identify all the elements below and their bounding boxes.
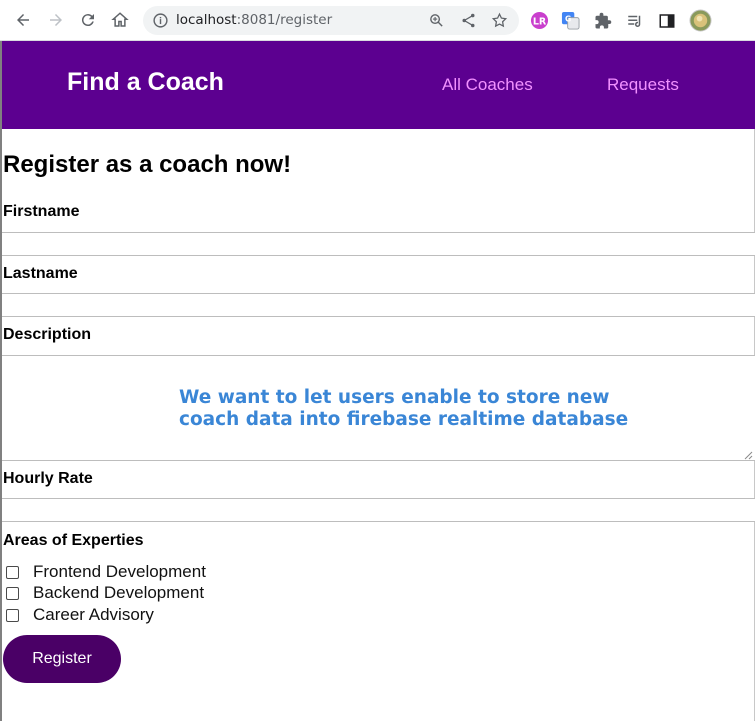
checkbox-label[interactable]: Backend Development bbox=[33, 583, 204, 603]
checkbox-label[interactable]: Career Advisory bbox=[33, 605, 154, 625]
checkbox-row-career[interactable]: Career Advisory bbox=[6, 605, 154, 625]
annotation-note: We want to let users enable to store new… bbox=[179, 387, 628, 431]
browser-toolbar: localhost:8081/register LR G bbox=[0, 0, 755, 41]
share-icon[interactable] bbox=[460, 12, 477, 29]
translate-icon[interactable]: G bbox=[561, 11, 580, 30]
app-header: Find a Coach All Coaches Requests bbox=[2, 41, 755, 129]
url-text: localhost:8081/register bbox=[176, 12, 333, 28]
description-label: Description bbox=[3, 326, 92, 343]
backend-checkbox[interactable] bbox=[6, 586, 19, 600]
address-bar[interactable]: localhost:8081/register bbox=[143, 6, 519, 35]
nav-link-all-coaches[interactable]: All Coaches bbox=[442, 75, 533, 95]
annotation-line: coach data into firebase realtime databa… bbox=[179, 409, 629, 430]
extension-icon[interactable]: LR bbox=[530, 11, 549, 30]
frontend-checkbox[interactable] bbox=[6, 565, 19, 579]
star-icon[interactable] bbox=[491, 12, 508, 29]
side-panel-icon[interactable] bbox=[657, 11, 676, 30]
firstname-field[interactable] bbox=[2, 232, 755, 256]
zoom-icon[interactable] bbox=[428, 12, 445, 29]
info-icon[interactable] bbox=[152, 12, 169, 29]
resize-handle-icon[interactable] bbox=[744, 451, 753, 460]
reload-icon[interactable] bbox=[76, 8, 100, 32]
forward-arrow-icon[interactable] bbox=[44, 8, 68, 32]
profile-avatar[interactable] bbox=[689, 9, 712, 32]
checkbox-label[interactable]: Frontend Development bbox=[33, 562, 206, 582]
svg-text:LR: LR bbox=[533, 16, 547, 27]
firstname-label: Firstname bbox=[3, 203, 80, 220]
home-icon[interactable] bbox=[108, 8, 132, 32]
puzzle-icon[interactable] bbox=[593, 11, 612, 30]
annotation-line: We want to let users enable to store new bbox=[179, 387, 610, 408]
checkbox-row-frontend[interactable]: Frontend Development bbox=[6, 562, 206, 582]
checkbox-row-backend[interactable]: Backend Development bbox=[6, 583, 204, 603]
hourly-rate-label: Hourly Rate bbox=[3, 470, 93, 487]
career-checkbox[interactable] bbox=[6, 608, 19, 622]
register-button[interactable]: Register bbox=[3, 635, 121, 683]
page-title: Register as a coach now! bbox=[3, 151, 292, 178]
nav-link-requests[interactable]: Requests bbox=[607, 75, 679, 95]
areas-label: Areas of Experties bbox=[3, 532, 144, 549]
reading-list-icon[interactable] bbox=[625, 11, 644, 30]
lastname-label: Lastname bbox=[3, 265, 78, 282]
lastname-field[interactable] bbox=[2, 293, 755, 317]
svg-text:G: G bbox=[565, 14, 571, 23]
back-arrow-icon[interactable] bbox=[11, 8, 35, 32]
brand-title[interactable]: Find a Coach bbox=[67, 68, 224, 97]
hourly-rate-field[interactable] bbox=[2, 498, 755, 522]
